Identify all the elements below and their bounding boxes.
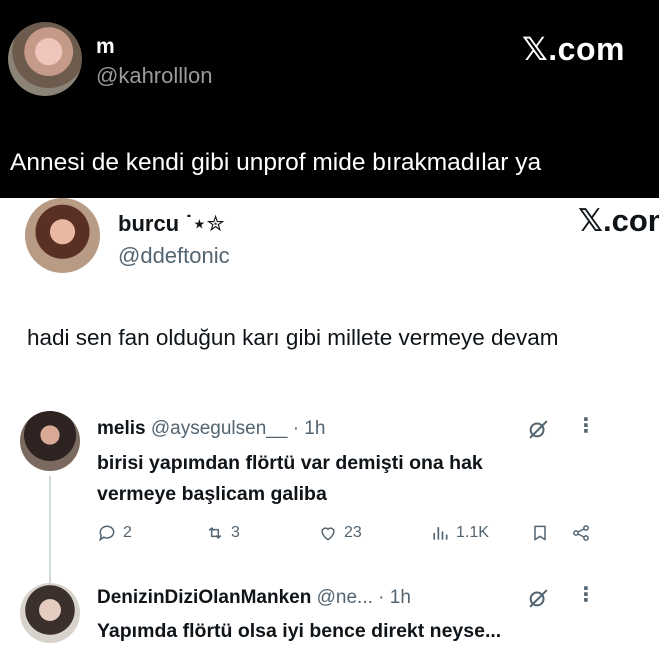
repost-icon: [208, 527, 222, 539]
timestamp[interactable]: · 1h: [378, 587, 411, 608]
avatar[interactable]: [8, 22, 82, 96]
x-logo-watermark: 𝕏.com: [522, 31, 625, 67]
reply-text: birisi yapımdan flörtü var demişti ona h…: [97, 452, 483, 505]
like-count: 23: [344, 524, 362, 541]
view-count: 1.1K: [456, 524, 489, 541]
repost-button[interactable]: 3: [205, 523, 240, 543]
avatar[interactable]: [25, 198, 100, 273]
post-text: hadi sen fan olduğun karı gibi millete v…: [27, 325, 559, 350]
views-icon: [433, 527, 448, 540]
avatar[interactable]: [20, 583, 80, 643]
display-name[interactable]: melis: [97, 418, 146, 439]
reply-count: 2: [123, 524, 132, 541]
user-handle[interactable]: @ddeftonic: [118, 243, 230, 269]
grok-icon[interactable]: [527, 418, 549, 440]
user-handle[interactable]: @ne...: [317, 587, 373, 608]
display-name[interactable]: m: [96, 35, 115, 59]
thread-connector-line: [49, 476, 51, 583]
x-logo-watermark: 𝕏.com: [578, 203, 659, 238]
more-icon[interactable]: ⋮: [576, 416, 596, 436]
reply-header: melis @aysegulsen__ · 1h: [97, 418, 325, 440]
bookmark-icon: [534, 525, 546, 541]
post-text: Annesi de kendi gibi unprof mide bırakma…: [10, 149, 542, 176]
reply-button[interactable]: 2: [97, 523, 132, 543]
avatar[interactable]: [20, 411, 80, 471]
reply-text: Yapımda flörtü olsa iyi bence direkt ney…: [97, 620, 502, 642]
user-handle[interactable]: @kahrolllon: [96, 63, 213, 89]
more-icon[interactable]: ⋮: [576, 585, 596, 605]
display-name[interactable]: DenizinDiziOlanManken: [97, 587, 311, 608]
display-name[interactable]: burcu ˙⋆✮: [118, 211, 225, 237]
user-handle[interactable]: @aysegulsen__: [151, 418, 288, 439]
bookmark-button[interactable]: [530, 523, 550, 543]
reply-header: DenizinDiziOlanManken @ne... · 1h: [97, 587, 411, 609]
views-button[interactable]: 1.1K: [430, 523, 489, 543]
share-button[interactable]: [571, 523, 591, 543]
like-icon: [321, 527, 335, 541]
like-button[interactable]: 23: [318, 523, 362, 543]
share-icon: [573, 525, 589, 541]
quoted-post-card[interactable]: m @kahrolllon 𝕏.com Annesi de kendi gibi…: [0, 0, 659, 198]
reply-icon: [99, 525, 115, 542]
repost-count: 3: [231, 524, 240, 541]
grok-icon[interactable]: [527, 587, 549, 609]
timestamp[interactable]: · 1h: [293, 418, 326, 439]
